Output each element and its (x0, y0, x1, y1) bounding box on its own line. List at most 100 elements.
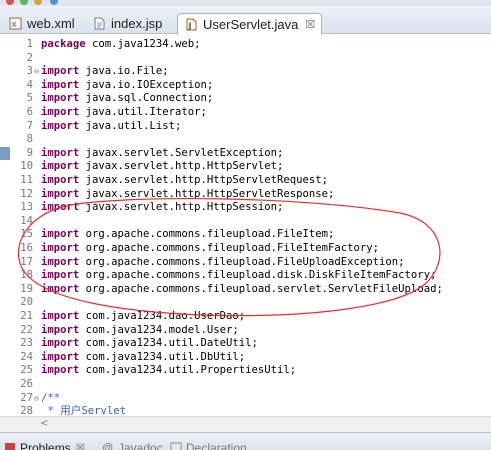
line-number: 25 (20, 364, 33, 377)
tab-label: web.xml (27, 15, 75, 31)
code-line[interactable]: 18 import org.apache.commons.fileupload.d… (0, 269, 491, 283)
line-number: 19 (20, 282, 33, 295)
code-text: import com.java1234.model.User; (41, 324, 239, 338)
keyword: import (41, 255, 80, 268)
code-identifier: javax.servlet.http.HttpServletRequest; (79, 174, 329, 186)
code-line[interactable]: 11 import javax.servlet.http.HttpServletR… (0, 174, 491, 188)
code-line[interactable]: 9 import javax.servlet.ServletException; (0, 147, 491, 161)
code-text: import org.apache.commons.fileupload.Fil… (41, 228, 334, 242)
code-text: import javax.servlet.ServletException; (41, 147, 283, 161)
code-text: import com.java1234.dao.UserDao; (41, 310, 245, 324)
tab-javadoc[interactable]: @ Javadoc (102, 439, 163, 450)
code-line[interactable]: 28 * 用户Servlet (0, 405, 491, 416)
keyword: import (41, 187, 80, 200)
line-number: 7 (26, 119, 33, 132)
line-number: 22 (20, 323, 33, 336)
code-identifier: org.apache.commons.fileupload.FileItemFa… (79, 242, 380, 254)
line-number: 9 (26, 146, 33, 159)
code-text: package com.java1234.web; (41, 38, 200, 52)
code-line[interactable]: 24 import com.java1234.util.DbUtil; (0, 351, 491, 365)
code-identifier: org.apache.commons.fileupload.disk.DiskF… (79, 269, 437, 282)
code-line[interactable]: 8 (0, 133, 491, 147)
toolbar-icon[interactable] (34, 0, 42, 5)
code-line[interactable]: 27 ⊖/** (0, 392, 491, 406)
problems-icon (4, 442, 16, 450)
scroll-left-arrow[interactable]: < (40, 418, 48, 429)
code-line[interactable]: 3 ⊖ import java.io.File; (0, 65, 491, 79)
code-text: import org.apache.commons.fileupload.Fil… (41, 242, 379, 256)
code-identifier: javax.servlet.ServletException; (79, 146, 284, 159)
close-icon[interactable]: ☒ (305, 18, 315, 31)
code-line[interactable]: 10 import javax.servlet.http.HttpServlet; (0, 160, 491, 174)
fold-toggle-icon[interactable]: ⊖ (34, 65, 39, 79)
code-line[interactable]: 7 import java.util.List; (0, 120, 491, 134)
horizontal-scrollbar[interactable]: < (0, 416, 491, 432)
line-number: 4 (26, 78, 33, 91)
close-icon[interactable]: ☒ (76, 443, 85, 450)
line-number: 17 (20, 255, 33, 268)
toolbar-icon[interactable] (6, 0, 14, 5)
tab-problems[interactable]: Problems ☒ (4, 439, 85, 450)
line-number: 1 (26, 38, 33, 50)
keyword: import (41, 242, 80, 254)
code-identifier: java.util.List; (79, 119, 182, 132)
line-number: 23 (20, 337, 33, 350)
code-line[interactable]: 22 import com.java1234.model.User; (0, 324, 491, 338)
tab-web-xml[interactable]: x web.xml (2, 12, 81, 34)
svg-text:x: x (11, 20, 17, 30)
code-line[interactable]: 17 import org.apache.commons.fileupload.F… (0, 256, 491, 270)
line-number: 21 (20, 310, 33, 322)
code-line[interactable]: 19 import org.apache.commons.fileupload.s… (0, 283, 491, 297)
code-identifier: com.java1234.util.PropertiesUtil; (79, 364, 297, 377)
line-number: 18 (20, 269, 33, 282)
keyword: import (41, 269, 80, 282)
tab-declaration[interactable]: Declaration (170, 439, 247, 450)
code-line[interactable]: 20 (0, 296, 491, 310)
code-text: import java.io.IOException; (41, 79, 213, 93)
code-line[interactable]: 6 import java.util.Iterator; (0, 106, 491, 120)
code-identifier: java.util.Iterator; (79, 106, 207, 118)
code-line[interactable]: 25 import com.java1234.util.PropertiesUti… (0, 364, 491, 378)
code-line[interactable]: 21 import com.java1234.dao.UserDao; (0, 310, 491, 324)
line-number: 8 (26, 133, 33, 146)
tab-index-jsp[interactable]: index.jsp (86, 12, 168, 34)
keyword: import (41, 201, 80, 214)
tab-label: UserServlet.java (203, 17, 299, 32)
code-line[interactable]: 1 package com.java1234.web; (0, 38, 491, 52)
editor-tab-bar: x web.xml index.jsp J UserServlet.java ☒ (0, 6, 491, 35)
code-line[interactable]: 15 import org.apache.commons.fileupload.F… (0, 228, 491, 242)
svg-text:J: J (187, 22, 191, 31)
code-identifier: com.java1234.dao.UserDao; (79, 310, 246, 322)
keyword: import (41, 106, 80, 118)
code-line[interactable]: 23 import com.java1234.util.DateUtil; (0, 337, 491, 351)
code-line[interactable]: 13 import javax.servlet.http.HttpSession; (0, 201, 491, 215)
keyword: import (41, 119, 80, 132)
code-editor[interactable]: 1 package com.java1234.web; 2 3 ⊖ import java… (0, 35, 491, 416)
code-text: import com.java1234.util.DateUtil; (41, 337, 258, 351)
code-line[interactable]: 14 (0, 215, 491, 229)
code-line[interactable]: 16 import org.apache.commons.fileupload.F… (0, 242, 491, 256)
line-number: 3 (26, 65, 33, 78)
code-line[interactable]: 4 import java.io.IOException; (0, 79, 491, 93)
line-number: 12 (20, 187, 33, 200)
code-line[interactable]: 26 (0, 378, 491, 392)
code-line[interactable]: 2 (0, 52, 491, 66)
jsp-file-icon (92, 16, 106, 30)
code-comment: * 用户Servlet (41, 405, 126, 416)
bottom-panel-tabs: Problems ☒ @ Javadoc Declaration (0, 432, 491, 450)
code-text: import com.java1234.util.PropertiesUtil; (41, 364, 296, 378)
java-file-icon: J (184, 18, 198, 32)
tab-userservlet-java[interactable]: J UserServlet.java ☒ (177, 13, 323, 35)
fold-toggle-icon[interactable]: ⊖ (34, 392, 39, 406)
declaration-icon (170, 442, 182, 450)
xml-file-icon: x (8, 16, 22, 30)
toolbar-icon[interactable] (20, 0, 28, 5)
code-text: import javax.servlet.http.HttpServletReq… (41, 174, 328, 188)
code-line[interactable]: 5 import java.sql.Connection; (0, 92, 491, 106)
line-number: 28 (20, 405, 33, 416)
keyword: import (41, 92, 80, 105)
line-number: 15 (20, 228, 33, 241)
line-number: 27 (20, 391, 33, 404)
code-line[interactable]: 12 import javax.servlet.http.HttpServletR… (0, 188, 491, 202)
toolbar-icon[interactable] (50, 0, 58, 5)
